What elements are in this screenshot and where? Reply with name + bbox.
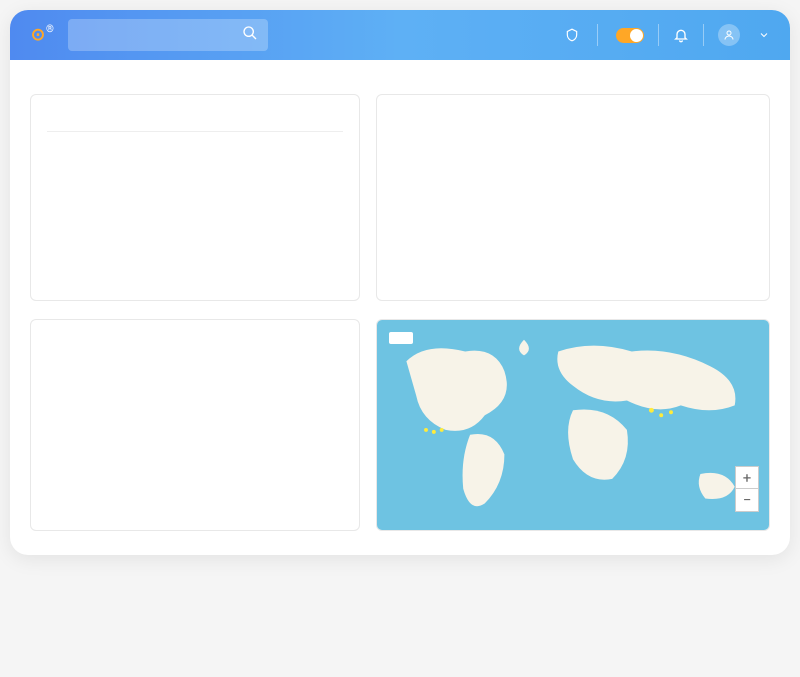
- map-zoom-controls: + −: [735, 466, 759, 512]
- zoom-in-button[interactable]: +: [736, 467, 758, 489]
- keywords-card: [30, 319, 360, 531]
- user-menu[interactable]: [718, 24, 770, 46]
- darkmode-toggle[interactable]: [612, 27, 644, 42]
- search-summary-card: [376, 94, 770, 301]
- bottom-row: + −: [30, 319, 770, 531]
- chevron-down-icon: [758, 29, 770, 41]
- bell-icon: [673, 27, 689, 43]
- top-queries-table: [47, 117, 343, 132]
- shield-icon: [565, 28, 579, 42]
- topbar: ⊙®: [10, 10, 790, 60]
- toggle-switch-icon[interactable]: [616, 28, 644, 43]
- help-link[interactable]: [565, 28, 583, 42]
- world-map-svg: [377, 320, 769, 530]
- content: + −: [10, 60, 790, 555]
- search-input[interactable]: [78, 28, 242, 43]
- zoom-out-button[interactable]: −: [736, 489, 758, 511]
- search-summary-chart: [393, 117, 753, 272]
- avatar-icon: [718, 24, 740, 46]
- logo: ⊙®: [30, 25, 54, 45]
- map[interactable]: + −: [377, 320, 769, 530]
- wordcloud: [47, 342, 343, 497]
- logo-o-icon: ⊙: [30, 25, 46, 45]
- col-query: [47, 117, 195, 132]
- search-input-wrapper[interactable]: [68, 19, 268, 51]
- mid-row: [30, 94, 770, 301]
- notifications-button[interactable]: [673, 27, 689, 43]
- app-shell: ⊙®: [10, 10, 790, 555]
- live-map-title: [389, 332, 413, 344]
- col-count: [195, 117, 343, 132]
- top-queries-card: [30, 94, 360, 301]
- search-icon[interactable]: [242, 25, 258, 45]
- topbar-right: [565, 24, 770, 46]
- live-map-card: + −: [376, 319, 770, 531]
